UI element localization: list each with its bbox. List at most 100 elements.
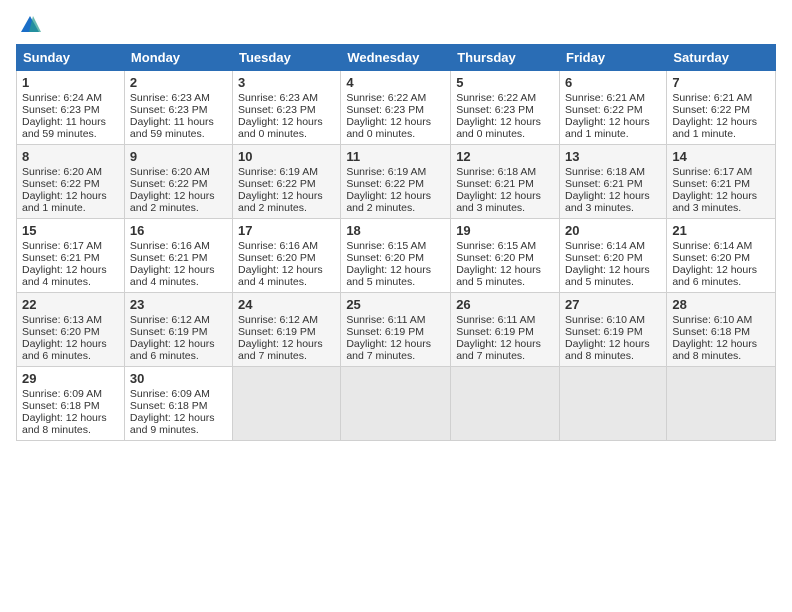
calendar-cell: [667, 367, 776, 441]
sunset-text: Sunset: 6:23 PM: [456, 104, 534, 116]
daylight-text: Daylight: 12 hours and 2 minutes.: [238, 190, 323, 214]
calendar-cell: 26Sunrise: 6:11 AMSunset: 6:19 PMDayligh…: [451, 293, 560, 367]
sunset-text: Sunset: 6:23 PM: [22, 104, 100, 116]
calendar-week-row: 15Sunrise: 6:17 AMSunset: 6:21 PMDayligh…: [17, 219, 776, 293]
daylight-text: Daylight: 12 hours and 4 minutes.: [130, 264, 215, 288]
sunset-text: Sunset: 6:22 PM: [672, 104, 750, 116]
daylight-text: Daylight: 12 hours and 5 minutes.: [565, 264, 650, 288]
daylight-text: Daylight: 12 hours and 6 minutes.: [672, 264, 757, 288]
sunrise-text: Sunrise: 6:10 AM: [672, 314, 752, 326]
sunset-text: Sunset: 6:20 PM: [565, 252, 643, 264]
sunrise-text: Sunrise: 6:19 AM: [238, 166, 318, 178]
sunrise-text: Sunrise: 6:18 AM: [565, 166, 645, 178]
sunrise-text: Sunrise: 6:19 AM: [346, 166, 426, 178]
day-number: 8: [22, 149, 119, 164]
calendar-week-row: 1Sunrise: 6:24 AMSunset: 6:23 PMDaylight…: [17, 71, 776, 145]
sunrise-text: Sunrise: 6:23 AM: [238, 92, 318, 104]
sunrise-text: Sunrise: 6:09 AM: [130, 388, 210, 400]
day-number: 7: [672, 75, 770, 90]
day-number: 5: [456, 75, 554, 90]
sunset-text: Sunset: 6:22 PM: [130, 178, 208, 190]
daylight-text: Daylight: 12 hours and 7 minutes.: [346, 338, 431, 362]
daylight-text: Daylight: 12 hours and 2 minutes.: [346, 190, 431, 214]
sunset-text: Sunset: 6:22 PM: [565, 104, 643, 116]
day-number: 15: [22, 223, 119, 238]
sunset-text: Sunset: 6:19 PM: [130, 326, 208, 338]
sunrise-text: Sunrise: 6:17 AM: [672, 166, 752, 178]
sunrise-text: Sunrise: 6:11 AM: [346, 314, 425, 326]
day-number: 29: [22, 371, 119, 386]
day-number: 19: [456, 223, 554, 238]
sunset-text: Sunset: 6:22 PM: [22, 178, 100, 190]
calendar-cell: 3 Sunrise: 6:23 AMSunset: 6:23 PMDaylight…: [233, 71, 341, 145]
sunset-text: Sunset: 6:19 PM: [346, 326, 424, 338]
sunset-text: Sunset: 6:23 PM: [238, 104, 316, 116]
sunrise-text: Sunrise: 6:15 AM: [346, 240, 426, 252]
sunset-text: Sunset: 6:23 PM: [346, 104, 424, 116]
day-number: 1: [22, 75, 119, 90]
daylight-text: Daylight: 12 hours and 0 minutes.: [238, 116, 323, 140]
sunset-text: Sunset: 6:18 PM: [672, 326, 750, 338]
daylight-text: Daylight: 12 hours and 8 minutes.: [565, 338, 650, 362]
daylight-text: Daylight: 12 hours and 5 minutes.: [346, 264, 431, 288]
weekday-header: Thursday: [451, 45, 560, 71]
weekday-header: Wednesday: [341, 45, 451, 71]
sunset-text: Sunset: 6:22 PM: [346, 178, 424, 190]
daylight-text: Daylight: 12 hours and 3 minutes.: [456, 190, 541, 214]
day-number: 14: [672, 149, 770, 164]
calendar-cell: [560, 367, 667, 441]
daylight-text: Daylight: 12 hours and 7 minutes.: [456, 338, 541, 362]
calendar-cell: 5Sunrise: 6:22 AMSunset: 6:23 PMDaylight…: [451, 71, 560, 145]
daylight-text: Daylight: 12 hours and 2 minutes.: [130, 190, 215, 214]
daylight-text: Daylight: 11 hours and 59 minutes.: [130, 116, 214, 140]
weekday-header: Tuesday: [233, 45, 341, 71]
calendar-cell: 1Sunrise: 6:24 AMSunset: 6:23 PMDaylight…: [17, 71, 125, 145]
weekday-header: Friday: [560, 45, 667, 71]
calendar-cell: 21Sunrise: 6:14 AMSunset: 6:20 PMDayligh…: [667, 219, 776, 293]
day-number: 25: [346, 297, 445, 312]
day-number: 21: [672, 223, 770, 238]
day-number: 3: [238, 75, 335, 90]
daylight-text: Daylight: 12 hours and 3 minutes.: [672, 190, 757, 214]
calendar-cell: 22Sunrise: 6:13 AMSunset: 6:20 PMDayligh…: [17, 293, 125, 367]
daylight-text: Daylight: 12 hours and 8 minutes.: [22, 412, 107, 436]
calendar-cell: 11 Sunrise: 6:19 AMSunset: 6:22 PMDayligh…: [341, 145, 451, 219]
day-number: 9: [130, 149, 227, 164]
daylight-text: Daylight: 12 hours and 1 minute.: [565, 116, 650, 140]
calendar-cell: 2 Sunrise: 6:23 AMSunset: 6:23 PMDaylight…: [124, 71, 232, 145]
calendar-table: SundayMondayTuesdayWednesdayThursdayFrid…: [16, 44, 776, 441]
calendar-cell: 28Sunrise: 6:10 AMSunset: 6:18 PMDayligh…: [667, 293, 776, 367]
calendar-cell: 4Sunrise: 6:22 AMSunset: 6:23 PMDaylight…: [341, 71, 451, 145]
sunrise-text: Sunrise: 6:20 AM: [130, 166, 210, 178]
sunset-text: Sunset: 6:23 PM: [130, 104, 208, 116]
daylight-text: Daylight: 12 hours and 9 minutes.: [130, 412, 215, 436]
calendar-cell: 23Sunrise: 6:12 AMSunset: 6:19 PMDayligh…: [124, 293, 232, 367]
sunset-text: Sunset: 6:20 PM: [672, 252, 750, 264]
sunset-text: Sunset: 6:18 PM: [22, 400, 100, 412]
daylight-text: Daylight: 12 hours and 1 minute.: [672, 116, 757, 140]
daylight-text: Daylight: 12 hours and 8 minutes.: [672, 338, 757, 362]
calendar-cell: 12Sunrise: 6:18 AMSunset: 6:21 PMDayligh…: [451, 145, 560, 219]
calendar-cell: 24Sunrise: 6:12 AMSunset: 6:19 PMDayligh…: [233, 293, 341, 367]
day-number: 11: [346, 149, 445, 164]
sunrise-text: Sunrise: 6:14 AM: [565, 240, 645, 252]
day-number: 26: [456, 297, 554, 312]
calendar-cell: 25 Sunrise: 6:11 AMSunset: 6:19 PMDayligh…: [341, 293, 451, 367]
calendar-cell: [233, 367, 341, 441]
day-number: 18: [346, 223, 445, 238]
sunrise-text: Sunrise: 6:16 AM: [238, 240, 318, 252]
daylight-text: Daylight: 12 hours and 3 minutes.: [565, 190, 650, 214]
day-number: 17: [238, 223, 335, 238]
calendar-header-row: SundayMondayTuesdayWednesdayThursdayFrid…: [17, 45, 776, 71]
weekday-header: Monday: [124, 45, 232, 71]
day-number: 2: [130, 75, 227, 90]
sunset-text: Sunset: 6:20 PM: [346, 252, 424, 264]
weekday-header: Saturday: [667, 45, 776, 71]
sunrise-text: Sunrise: 6:23 AM: [130, 92, 210, 104]
daylight-text: Daylight: 12 hours and 6 minutes.: [22, 338, 107, 362]
sunset-text: Sunset: 6:22 PM: [238, 178, 316, 190]
day-number: 4: [346, 75, 445, 90]
sunrise-text: Sunrise: 6:17 AM: [22, 240, 102, 252]
calendar-cell: 27Sunrise: 6:10 AMSunset: 6:19 PMDayligh…: [560, 293, 667, 367]
calendar-cell: 17Sunrise: 6:16 AMSunset: 6:20 PMDayligh…: [233, 219, 341, 293]
